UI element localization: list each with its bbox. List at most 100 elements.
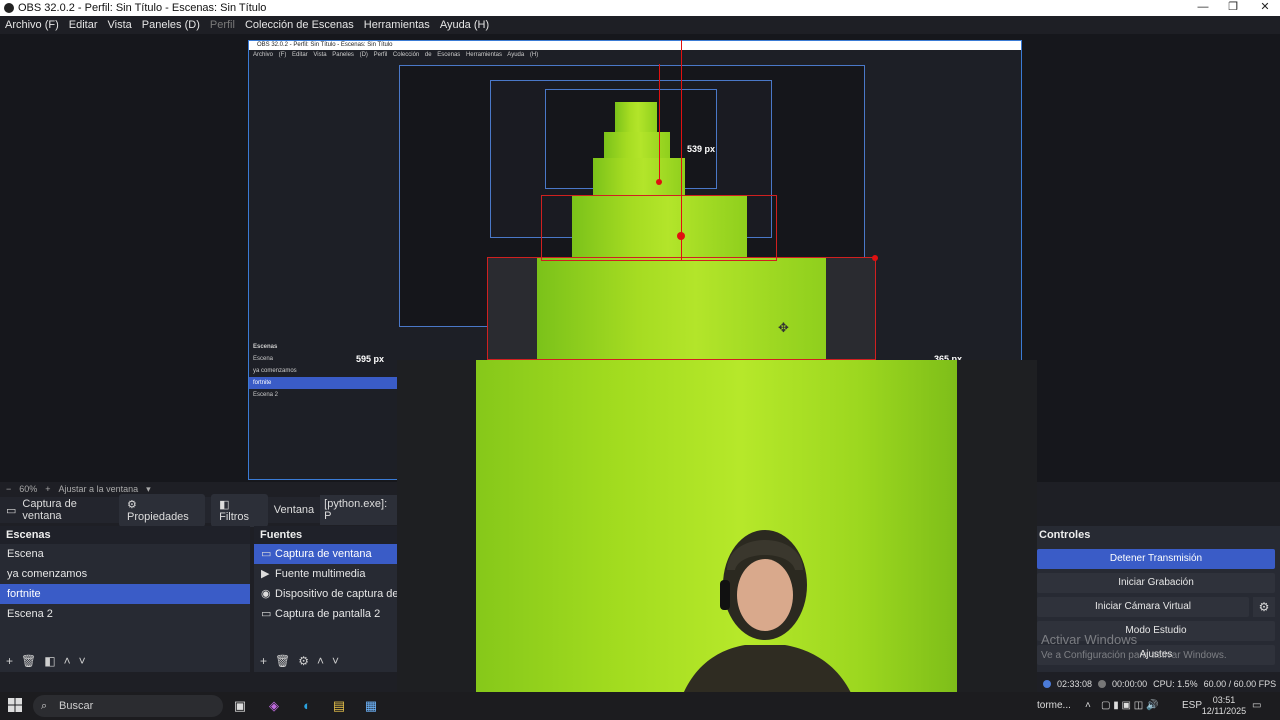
source-item[interactable]: ▭ Captura de pantalla 2 [254, 604, 397, 624]
properties-label: Propiedades [127, 510, 189, 523]
copilot-icon[interactable]: ◈ [265, 697, 283, 715]
watermark-subtitle: Ve a Configuración para activar Windows. [1041, 650, 1227, 661]
resize-handle[interactable] [872, 255, 878, 261]
play-icon: ▶ [261, 568, 270, 580]
title-bar: OBS 32.0.2 - Perfil: Sin Título - Escena… [0, 0, 1280, 16]
filter-icon[interactable]: ◧ [44, 654, 55, 668]
maximize-button[interactable]: ❐ [1218, 0, 1248, 16]
task-view-icon[interactable]: ▣ [231, 697, 249, 715]
window-title: OBS 32.0.2 - Perfil: Sin Título - Escena… [18, 2, 267, 14]
edge-icon[interactable]: ◐ [298, 697, 316, 715]
menu-perfil[interactable]: Perfil [205, 19, 240, 31]
activate-windows-watermark: Activar Windows Ve a Configuración para … [1041, 632, 1227, 661]
sources-dock: Fuentes ▭ Captura de ventana ▶ Fuente mult… [254, 526, 397, 672]
clock-time: 03:51 [1212, 695, 1236, 705]
source-label: Fuente multimedia [275, 568, 366, 580]
distance-label: 539 px [687, 144, 716, 154]
zoom-in-button[interactable]: + [45, 484, 50, 494]
record-icon [1098, 680, 1107, 688]
resize-handle[interactable] [656, 179, 662, 185]
menu-coleccion-escenas[interactable]: Colección de Escenas [240, 19, 359, 31]
green-capture-level [604, 132, 670, 158]
file-explorer-icon[interactable]: ▤ [330, 697, 348, 715]
obs-logo-icon [4, 3, 14, 13]
language-indicator[interactable]: ESP [1182, 692, 1202, 720]
menu-editar[interactable]: Editar [64, 19, 103, 31]
minimize-button[interactable]: — [1188, 0, 1218, 16]
menu-paneles[interactable]: Paneles (D) [137, 19, 205, 31]
filter-icon: ◧ [219, 498, 230, 511]
trash-icon[interactable]: 🗑 [275, 654, 290, 668]
taskbar-clock[interactable]: 03:51 12/11/2025 [1200, 695, 1248, 717]
fit-window-label[interactable]: Ajustar a la ventana [59, 484, 139, 494]
source-item[interactable]: ▭ Captura de ventana [254, 544, 397, 564]
nested-scene-item: Escena 2 [253, 392, 279, 398]
menu-vista[interactable]: Vista [103, 19, 137, 31]
source-label: Captura de ventana [275, 548, 372, 560]
nested-title: OBS 32.0.2 - Perfil: Sin Título - Escena… [249, 41, 1021, 50]
gear-icon[interactable]: ⚙ [1253, 597, 1275, 617]
menu-ayuda[interactable]: Ayuda (H) [435, 19, 494, 31]
source-label: Captura de pantalla 2 [275, 608, 381, 620]
chevron-down-icon[interactable]: ˅ [79, 654, 86, 668]
selected-source-name: Captura de ventana [22, 498, 77, 522]
source-item[interactable]: ▶ Fuente multimedia [254, 564, 397, 584]
scene-item-escena-2[interactable]: Escena 2 [0, 604, 250, 624]
selection-box[interactable] [541, 195, 777, 261]
obs-window: OBS 32.0.2 - Perfil: Sin Título - Escena… [0, 0, 1280, 720]
chevron-up-icon[interactable]: ˄ [64, 654, 71, 668]
resize-handle[interactable] [677, 232, 685, 240]
guide-line [659, 64, 660, 184]
chevron-down-icon[interactable]: ▾ [146, 484, 151, 495]
taskbar-search[interactable]: ⌕ Buscar [33, 695, 223, 717]
cpu-usage: CPU: 1.5% [1153, 679, 1198, 689]
stop-stream-button[interactable]: Detener Transmisión [1037, 549, 1275, 569]
tray-app-label[interactable]: torme... [1037, 692, 1071, 720]
scenes-toolbar: + 🗑 ◧ ˄ ˅ [0, 650, 250, 672]
guide-line [681, 40, 682, 260]
scene-item-escena[interactable]: Escena [0, 544, 250, 564]
sources-toolbar: + 🗑 ⚙ ˄ ˅ [254, 650, 397, 672]
webcam-overlay: AMIRI [397, 360, 1037, 720]
scene-item-fortnite[interactable]: fortnite [0, 584, 250, 604]
camera-icon: ◉ [261, 588, 271, 600]
filters-label: Filtros [219, 510, 250, 523]
selection-box-active[interactable] [487, 257, 876, 360]
chevron-up-icon[interactable]: ˄ [317, 654, 324, 668]
add-icon[interactable]: + [260, 654, 267, 668]
chevron-down-icon[interactable]: ˅ [332, 654, 339, 668]
window-icon: ▭ [6, 504, 17, 517]
sources-header: Fuentes [254, 526, 397, 544]
tray-icons[interactable]: ▢ ▮ ▣ ◫ 🔊 [1101, 692, 1158, 720]
gear-icon[interactable]: ⚙ [298, 654, 309, 668]
zoom-level: 60% [19, 484, 38, 494]
stream-icon [1043, 680, 1051, 688]
monitor-icon: ▭ [261, 608, 272, 620]
windows-start-icon[interactable] [8, 698, 22, 712]
menu-herramientas[interactable]: Herramientas [359, 19, 435, 31]
start-record-button[interactable]: Iniciar Grabación [1037, 573, 1275, 593]
taskbar-search-label: Buscar [59, 700, 94, 712]
person-image: AMIRI [675, 530, 860, 720]
stream-time: 02:33:08 [1057, 679, 1093, 689]
trash-icon[interactable]: 🗑 [21, 654, 36, 668]
notifications-icon[interactable]: ▭ [1252, 692, 1261, 720]
zoom-out-button[interactable]: − [6, 484, 11, 494]
clock-date: 12/11/2025 [1201, 706, 1247, 716]
controls-header: Controles [1039, 529, 1091, 541]
green-capture-level [593, 158, 685, 196]
window-select[interactable]: [python.exe]: P [320, 495, 397, 525]
source-item[interactable]: ◉ Dispositivo de captura de video [254, 584, 397, 604]
properties-button[interactable]: ⚙ Propiedades [119, 493, 206, 527]
virtual-camera-button[interactable]: Iniciar Cámara Virtual [1037, 597, 1249, 617]
fps-readout: 60.00 / 60.00 FPS [1203, 679, 1277, 689]
chevron-up-icon[interactable]: ˄ [1085, 692, 1091, 720]
store-icon[interactable]: ▦ [362, 697, 380, 715]
menu-archivo[interactable]: Archivo (F) [0, 19, 64, 31]
add-icon[interactable]: + [6, 654, 13, 668]
scene-item-ya-comenzamos[interactable]: ya comenzamos [0, 564, 250, 584]
close-button[interactable]: ✕ [1250, 0, 1280, 16]
nested-scenes-header: Escenas [253, 344, 278, 350]
nested-scene-item: ya comenzamos [253, 368, 297, 374]
filters-button[interactable]: ◧ Filtros [211, 493, 268, 527]
